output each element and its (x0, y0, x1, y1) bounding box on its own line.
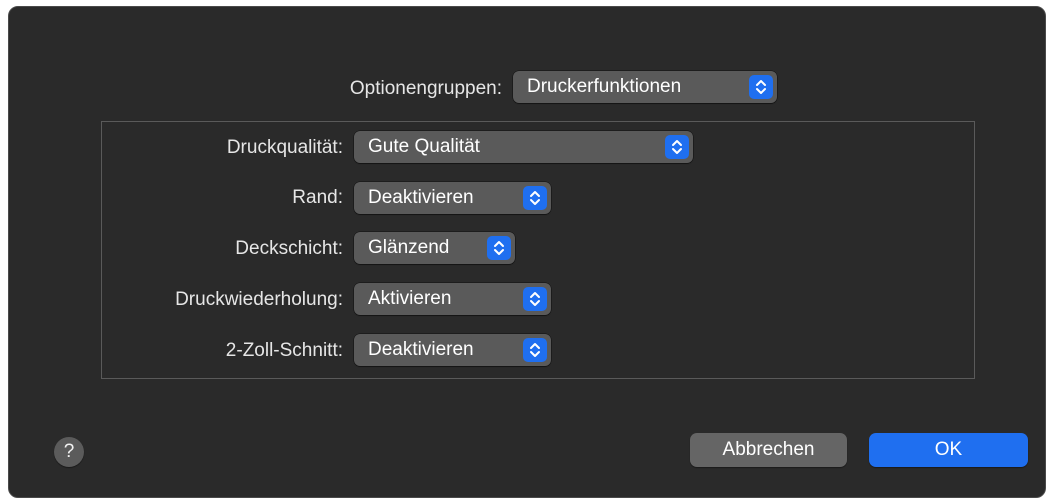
chevron-up-down-icon (665, 135, 689, 159)
chevron-up-down-icon (749, 75, 773, 99)
cut-label: 2-Zoll-Schnitt: (225, 340, 343, 361)
cut-value: Deaktivieren (368, 339, 474, 360)
quality-popup[interactable]: Gute Qualität (354, 131, 693, 163)
coating-value: Glänzend (368, 237, 450, 258)
repeat-label: Druckwiederholung: (175, 289, 343, 310)
help-button[interactable]: ? (54, 437, 84, 467)
option-group-value: Druckerfunktionen (527, 76, 682, 97)
chevron-up-down-icon (523, 287, 547, 311)
cut-popup[interactable]: Deaktivieren (354, 334, 551, 366)
question-mark-icon: ? (63, 441, 75, 462)
ok-button[interactable]: OK (869, 433, 1028, 467)
printer-options-dialog: Optionengruppen: Druckerfunktionen Druck… (8, 6, 1046, 498)
quality-label: Druckqualität: (226, 137, 343, 158)
cancel-button[interactable]: Abbrechen (690, 433, 847, 467)
border-label: Rand: (292, 187, 343, 208)
border-popup[interactable]: Deaktivieren (354, 182, 551, 214)
chevron-up-down-icon (487, 236, 511, 260)
quality-value: Gute Qualität (368, 136, 480, 157)
option-group-label: Optionengruppen: (349, 78, 502, 99)
repeat-value: Aktivieren (368, 288, 452, 309)
border-value: Deaktivieren (368, 187, 474, 208)
chevron-up-down-icon (523, 186, 547, 210)
option-group-popup[interactable]: Druckerfunktionen (513, 71, 777, 103)
coating-label: Deckschicht: (235, 238, 343, 259)
chevron-up-down-icon (523, 338, 547, 362)
coating-popup[interactable]: Glänzend (354, 232, 515, 264)
repeat-popup[interactable]: Aktivieren (354, 283, 551, 315)
